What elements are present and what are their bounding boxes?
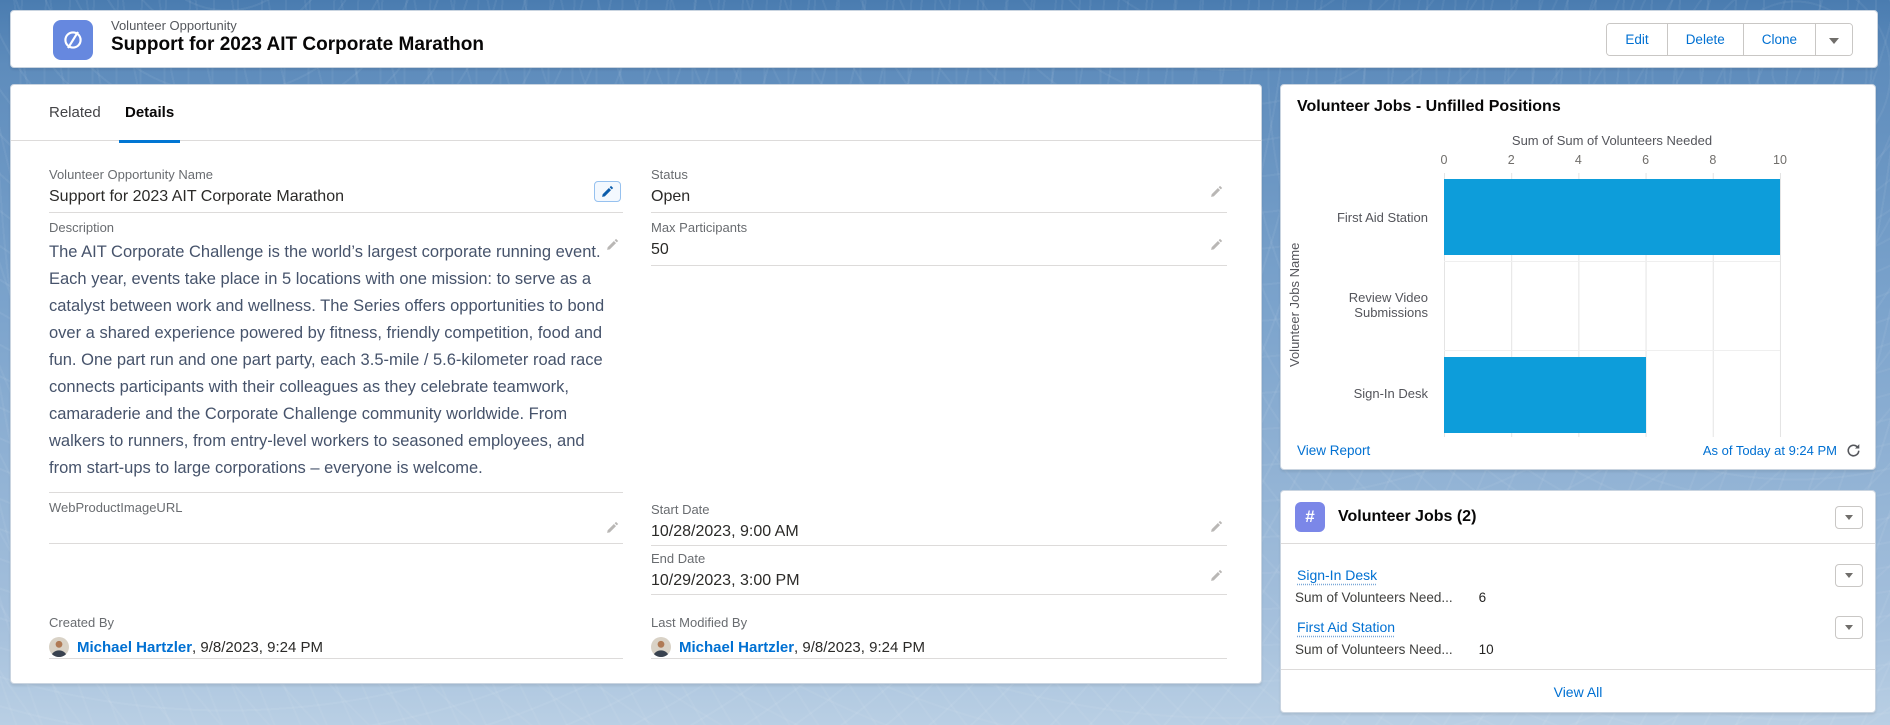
last-modified-by-datetime: , 9/8/2023, 9:24 PM (794, 639, 925, 656)
related-list-header: # Volunteer Jobs (2) (1281, 491, 1875, 544)
field-end-date: End Date 10/29/2023, 3:00 PM (651, 548, 1227, 595)
chart-category-label: Sign-In Desk (1311, 349, 1436, 437)
chevron-down-icon (1845, 515, 1853, 520)
related-item-menu-button[interactable] (1835, 564, 1863, 587)
delete-button[interactable]: Delete (1667, 24, 1743, 55)
related-item-field-value: 6 (1479, 590, 1487, 605)
created-by-user-link[interactable]: Michael Hartzler (77, 639, 192, 656)
record-title: Support for 2023 AIT Corporate Marathon (111, 34, 484, 56)
field-label: Status (651, 164, 1227, 182)
related-item-field-label: Sum of Volunteers Need... (1295, 642, 1453, 657)
tab-details[interactable]: Details (119, 85, 180, 143)
avatar (49, 637, 69, 657)
field-description: Description The AIT Corporate Challenge … (49, 217, 623, 493)
field-volunteer-opportunity-name: Volunteer Opportunity Name Support for 2… (49, 164, 623, 213)
field-value: The AIT Corporate Challenge is the world… (49, 239, 609, 482)
chart-y-axis-title: Volunteer Jobs Name (1287, 173, 1302, 437)
chart-row (1444, 350, 1780, 439)
field-created-by: Created By Michael Hartzler, 9/8/2023, 9… (49, 612, 623, 659)
chart-as-of: As of Today at 9:24 PM (1703, 443, 1861, 458)
field-value: Support for 2023 AIT Corporate Marathon (49, 188, 623, 206)
field-label: Created By (49, 612, 623, 630)
chart-card: Volunteer Jobs - Unfilled Positions Sum … (1280, 84, 1876, 470)
chart-xtick-label: 2 (1508, 153, 1515, 167)
chart-category-label: First Aid Station (1311, 173, 1436, 261)
field-webproductimageurl: WebProductImageURL (49, 497, 623, 544)
field-value: 10/29/2023, 3:00 PM (651, 572, 1227, 590)
edit-pencil-icon[interactable] (1210, 185, 1223, 198)
edit-pencil-icon[interactable] (1210, 520, 1223, 533)
chart-row (1444, 261, 1780, 350)
last-modified-by-value: Michael Hartzler, 9/8/2023, 9:24 PM (651, 637, 1227, 657)
chart-x-axis-title: Sum of Sum of Volunteers Needed (1444, 133, 1780, 148)
field-status: Status Open (651, 164, 1227, 213)
edit-pencil-icon[interactable] (1210, 569, 1223, 582)
record-detail-card: Related Details Volunteer Opportunity Na… (10, 84, 1262, 684)
related-item-field-value: 10 (1479, 642, 1494, 657)
created-by-value: Michael Hartzler, 9/8/2023, 9:24 PM (49, 637, 623, 657)
field-label: Description (49, 217, 623, 235)
field-value: 50 (651, 241, 1227, 259)
chart-xticks: 0246810 (1444, 153, 1780, 169)
chart-xtick-label: 8 (1709, 153, 1716, 167)
tab-related[interactable]: Related (43, 85, 107, 140)
field-label: Max Participants (651, 217, 1227, 235)
more-actions-button[interactable] (1815, 24, 1852, 55)
clone-button[interactable]: Clone (1743, 24, 1815, 55)
chart-xtick-label: 6 (1642, 153, 1649, 167)
record-header-card: Volunteer Opportunity Support for 2023 A… (10, 10, 1878, 68)
field-max-participants: Max Participants 50 (651, 217, 1227, 266)
field-start-date: Start Date 10/28/2023, 9:00 AM (651, 499, 1227, 546)
field-label: End Date (651, 548, 1227, 566)
field-label: WebProductImageURL (49, 497, 623, 515)
field-label: Last Modified By (651, 612, 1227, 630)
edit-pencil-icon[interactable] (606, 238, 619, 251)
field-label: Volunteer Opportunity Name (49, 164, 623, 182)
chart-xtick-label: 0 (1441, 153, 1448, 167)
related-item-field-label: Sum of Volunteers Need... (1295, 590, 1453, 605)
edit-pencil-icon[interactable] (594, 181, 621, 202)
volunteer-jobs-object-icon: # (1295, 502, 1325, 532)
chart-xtick-label: 10 (1773, 153, 1787, 167)
record-action-buttons: Edit Delete Clone (1606, 23, 1853, 56)
edit-pencil-icon[interactable] (1210, 238, 1223, 251)
chart-plot (1444, 173, 1781, 437)
chevron-down-icon (1845, 573, 1853, 578)
related-list-card: # Volunteer Jobs (2) Sign-In Desk Sum of… (1280, 490, 1876, 713)
chevron-down-icon (1829, 38, 1839, 44)
record-tabs: Related Details (11, 85, 1261, 141)
refresh-icon[interactable] (1846, 443, 1861, 458)
field-value: 10/28/2023, 9:00 AM (651, 523, 1227, 541)
edit-button[interactable]: Edit (1607, 24, 1666, 55)
entity-label: Volunteer Opportunity (111, 18, 237, 33)
created-by-datetime: , 9/8/2023, 9:24 PM (192, 639, 323, 656)
last-modified-by-user-link[interactable]: Michael Hartzler (679, 639, 794, 656)
chart-category-label: Review Video Submissions (1311, 261, 1436, 349)
volunteer-opportunity-record-icon (53, 20, 93, 60)
related-item-field: Sum of Volunteers Need... 6 (1295, 590, 1486, 605)
chart-categories: First Aid StationReview Video Submission… (1311, 173, 1436, 437)
chart-xtick-label: 4 (1575, 153, 1582, 167)
related-item-link[interactable]: Sign-In Desk (1297, 567, 1377, 583)
field-label: Start Date (651, 499, 1227, 517)
compass-icon (60, 27, 86, 53)
field-last-modified-by: Last Modified By Michael Hartzler, 9/8/2… (651, 612, 1227, 659)
view-all-link[interactable]: View All (1554, 684, 1603, 700)
as-of-text: As of Today at 9:24 PM (1703, 443, 1837, 458)
view-all-bar: View All (1281, 669, 1875, 713)
chart-bar[interactable] (1444, 179, 1780, 255)
related-list-menu-button[interactable] (1835, 506, 1863, 529)
field-value: Open (651, 188, 1227, 206)
avatar (651, 637, 671, 657)
edit-pencil-icon[interactable] (606, 521, 619, 534)
related-item-menu-button[interactable] (1835, 616, 1863, 639)
view-report-link[interactable]: View Report (1297, 443, 1370, 458)
related-list-title: Volunteer Jobs (2) (1338, 508, 1476, 526)
related-item-field: Sum of Volunteers Need... 10 (1295, 642, 1494, 657)
chevron-down-icon (1845, 625, 1853, 630)
chart-row (1444, 173, 1780, 261)
chart-bar[interactable] (1444, 357, 1646, 433)
related-item-link[interactable]: First Aid Station (1297, 619, 1395, 635)
chart-title: Volunteer Jobs - Unfilled Positions (1297, 98, 1561, 116)
